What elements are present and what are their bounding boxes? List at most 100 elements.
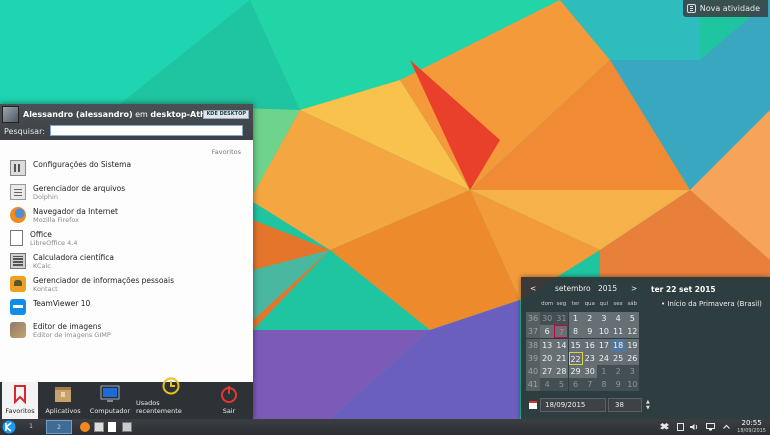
year-selector[interactable]: 2015 [598, 284, 617, 293]
month-selector[interactable]: setembro [555, 284, 591, 293]
tab-applications[interactable]: Aplicativos [42, 382, 84, 419]
date-input[interactable]: 18/09/2015 [540, 398, 606, 412]
calendar-day[interactable]: 1 [596, 364, 611, 378]
clipboard-icon[interactable] [676, 423, 685, 431]
gimp-icon [10, 322, 26, 338]
favorite-name: TeamViewer 10 [33, 299, 91, 308]
tab-recently-used[interactable]: Usados recentemente [136, 377, 206, 419]
calendar-day[interactable]: 7 [582, 378, 597, 392]
favorite-sub: Kontact [33, 285, 58, 293]
calendar-day[interactable]: 26 [625, 351, 640, 365]
favorite-item[interactable]: Configurações do Sistema [10, 160, 131, 180]
favorite-sub: Dolphin [33, 193, 58, 201]
previous-month-button[interactable]: < [530, 284, 536, 293]
calendar-day[interactable]: 24 [596, 351, 611, 365]
calendar-day[interactable]: 9 [582, 325, 597, 339]
calendar-day[interactable]: 30 [540, 312, 555, 326]
calendar-week: 37 6 7 8 9 10 11 12 [526, 325, 640, 339]
week-spinbox[interactable]: 38 [608, 398, 642, 412]
new-activity-button[interactable]: Nova atividade [682, 0, 768, 17]
calendar-day[interactable]: 15 [568, 338, 583, 352]
calendar-day[interactable]: 23 [582, 351, 597, 365]
calendar-day-holiday[interactable]: 7 [554, 325, 569, 339]
calendar-day[interactable]: 16 [582, 338, 597, 352]
network-icon[interactable] [706, 423, 715, 431]
calendar-icon [529, 401, 537, 409]
calendar-day[interactable]: 13 [540, 338, 555, 352]
favorite-item[interactable]: Editor de imagens Editor de imagens GIMP [10, 322, 111, 342]
calendar-day[interactable]: 6 [540, 325, 555, 339]
pager-desktop-2[interactable]: 2 [46, 420, 72, 434]
calendar-day[interactable]: 10 [596, 325, 611, 339]
file-manager-icon [10, 184, 26, 200]
calendar-day[interactable]: 28 [554, 364, 569, 378]
calendar-day[interactable]: 29 [568, 364, 583, 378]
favorite-item[interactable]: TeamViewer 10 [10, 299, 90, 319]
calendar-day[interactable]: 5 [554, 378, 569, 392]
favorite-item[interactable]: Calculadora científica KCalc [10, 253, 114, 273]
document-icon[interactable] [108, 422, 116, 432]
calendar-day[interactable]: 25 [611, 351, 626, 365]
favorites-panel: Favoritos Configurações do Sistema Geren… [0, 140, 253, 382]
favorite-item[interactable]: Gerenciador de informações pessoais Konta… [10, 276, 174, 296]
calendar-day[interactable]: 10 [625, 378, 640, 392]
user-sep: em [132, 110, 151, 119]
tab-computer[interactable]: Computador [88, 382, 132, 419]
calendar-day[interactable]: 8 [596, 378, 611, 392]
next-month-button[interactable]: > [631, 284, 637, 293]
kde-menu-icon[interactable] [2, 420, 16, 434]
calendar-day[interactable]: 4 [540, 378, 555, 392]
pager-desktop-1[interactable]: 1 [18, 420, 44, 434]
digital-clock[interactable]: 20:55 18/09/2015 [737, 419, 766, 434]
week-number: 40 [526, 364, 540, 378]
avatar [2, 106, 19, 123]
date-entry-row: 18/09/2015 38 ▲ ▼ [526, 398, 656, 412]
calendar-day[interactable]: 30 [582, 364, 597, 378]
calendar-day-today[interactable]: 22 [568, 351, 583, 365]
favorite-item[interactable]: Office LibreOffice 4.4 [10, 230, 77, 250]
week-number: 37 [526, 325, 540, 339]
calendar-day[interactable]: 6 [568, 378, 583, 392]
favorite-item[interactable]: Gerenciador de arquivos Dolphin [10, 184, 125, 204]
calendar-day[interactable]: 12 [625, 325, 640, 339]
calendar-day[interactable]: 2 [582, 312, 597, 326]
favorite-item[interactable]: Navegador da Internet Mozilla Firefox [10, 207, 118, 227]
calendar-day[interactable]: 5 [625, 312, 640, 326]
search-input[interactable] [50, 125, 243, 136]
calendar-day[interactable]: 20 [540, 351, 555, 365]
file-manager-icon[interactable] [94, 422, 104, 432]
calendar-day[interactable]: 4 [611, 312, 626, 326]
favorite-name: Configurações do Sistema [33, 160, 132, 169]
tab-favorites[interactable]: Favoritos [2, 382, 38, 419]
calendar-day[interactable]: 8 [568, 325, 583, 339]
weekday-label: sex [613, 301, 623, 307]
volume-icon[interactable] [690, 423, 699, 431]
clock-date: 18/09/2015 [737, 428, 766, 434]
calendar-day[interactable]: 3 [625, 364, 640, 378]
calendar-day[interactable]: 17 [596, 338, 611, 352]
calendar-day[interactable]: 9 [611, 378, 626, 392]
firefox-icon [10, 207, 26, 223]
taskbar: 1 2 20:55 18/09/2015 [0, 419, 770, 435]
calendar-week: 40 27 28 29 30 1 2 3 [526, 364, 640, 378]
event-day-title: ter 22 set 2015 [651, 285, 716, 294]
calendar-day[interactable]: 31 [554, 312, 569, 326]
calendar-day[interactable]: 2 [611, 364, 626, 378]
dropbox-icon[interactable] [660, 423, 669, 431]
calendar-day[interactable]: 11 [611, 325, 626, 339]
favorite-sub: LibreOffice 4.4 [30, 239, 78, 247]
firefox-icon[interactable] [80, 422, 90, 432]
weekday-label: sáb [627, 301, 638, 307]
calendar-day[interactable]: 1 [568, 312, 583, 326]
calendar-day-selected[interactable]: 18 [611, 338, 626, 352]
tab-leave[interactable]: Sair [212, 382, 246, 419]
calendar-day[interactable]: 14 [554, 338, 569, 352]
tray-expand-icon[interactable] [722, 423, 731, 431]
calendar-day[interactable]: 27 [540, 364, 555, 378]
calculator-icon[interactable] [122, 422, 132, 432]
calendar-day[interactable]: 21 [554, 351, 569, 365]
calendar-day[interactable]: 19 [625, 338, 640, 352]
calendar-day[interactable]: 3 [596, 312, 611, 326]
office-icon [10, 230, 23, 246]
week-number: 36 [526, 312, 540, 326]
